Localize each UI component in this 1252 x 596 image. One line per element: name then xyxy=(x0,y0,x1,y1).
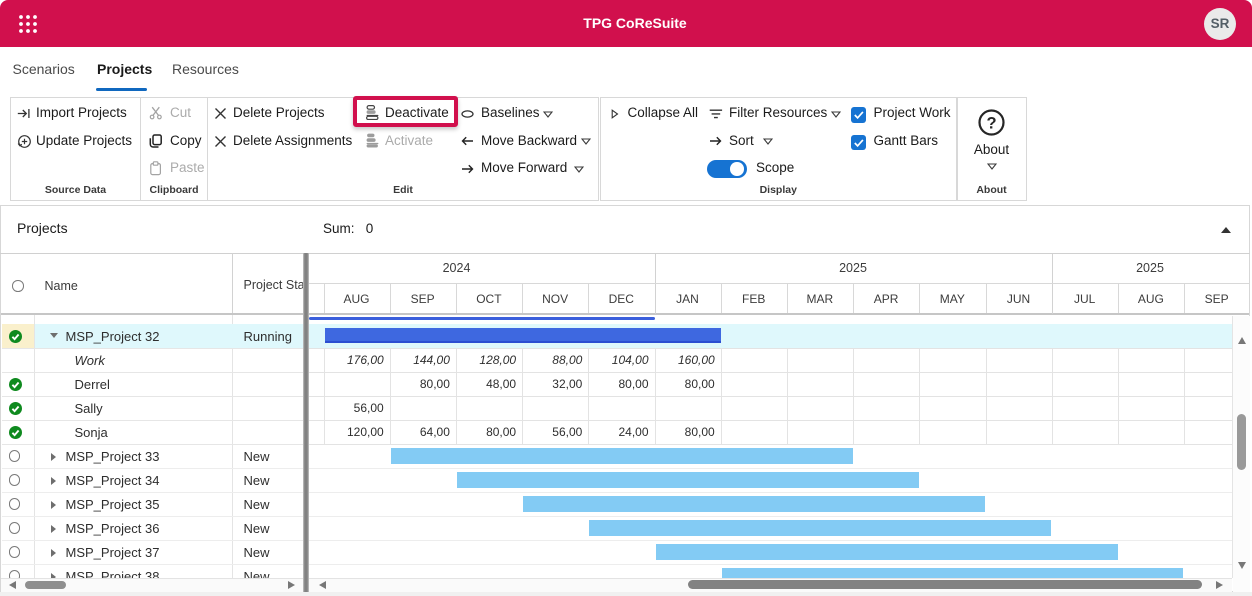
svg-text:?: ? xyxy=(986,114,996,132)
